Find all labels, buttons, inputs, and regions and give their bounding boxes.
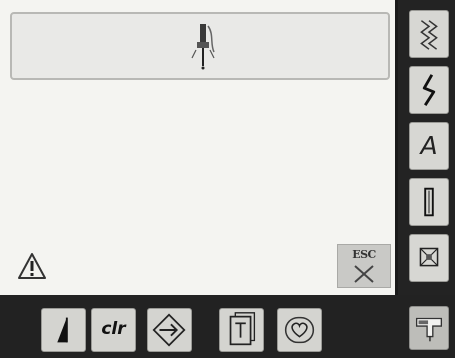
heart-icon <box>284 316 315 344</box>
favorite-button[interactable] <box>277 308 322 352</box>
grid-icon <box>419 247 439 267</box>
quilt-stitches-button[interactable] <box>409 234 449 282</box>
clear-button[interactable]: clr <box>91 308 136 352</box>
wedge-icon <box>57 317 68 343</box>
bottom-toolbar: clr <box>0 295 455 358</box>
needle-threading-icon <box>191 24 215 70</box>
zigzag-icon <box>420 20 438 50</box>
lightning-stitch-icon <box>422 74 436 106</box>
sidebar: A <box>398 0 455 295</box>
close-icon <box>354 265 374 283</box>
diamond-arrow-icon <box>152 313 186 347</box>
memory-button[interactable] <box>147 308 192 352</box>
decorative-stitches-button[interactable] <box>409 66 449 114</box>
sewing-machine-icon <box>415 317 443 342</box>
esc-button[interactable]: ESC <box>337 244 391 288</box>
tutorial-button[interactable] <box>219 308 264 352</box>
alphabets-label: A <box>420 131 438 160</box>
book-icon <box>229 312 256 346</box>
balance-button[interactable] <box>41 308 86 352</box>
sewing-machine-screen: ESC A clr <box>0 0 455 358</box>
setup-button[interactable] <box>409 306 449 350</box>
clear-label: clr <box>101 319 126 339</box>
buttonhole-icon <box>424 187 434 217</box>
message-box <box>10 12 390 80</box>
warning-icon <box>18 253 46 279</box>
main-panel: ESC <box>0 0 398 295</box>
esc-label: ESC <box>352 248 376 261</box>
practical-stitches-button[interactable] <box>409 10 449 58</box>
buttonholes-button[interactable] <box>409 178 449 226</box>
alphabets-button[interactable]: A <box>409 122 449 170</box>
